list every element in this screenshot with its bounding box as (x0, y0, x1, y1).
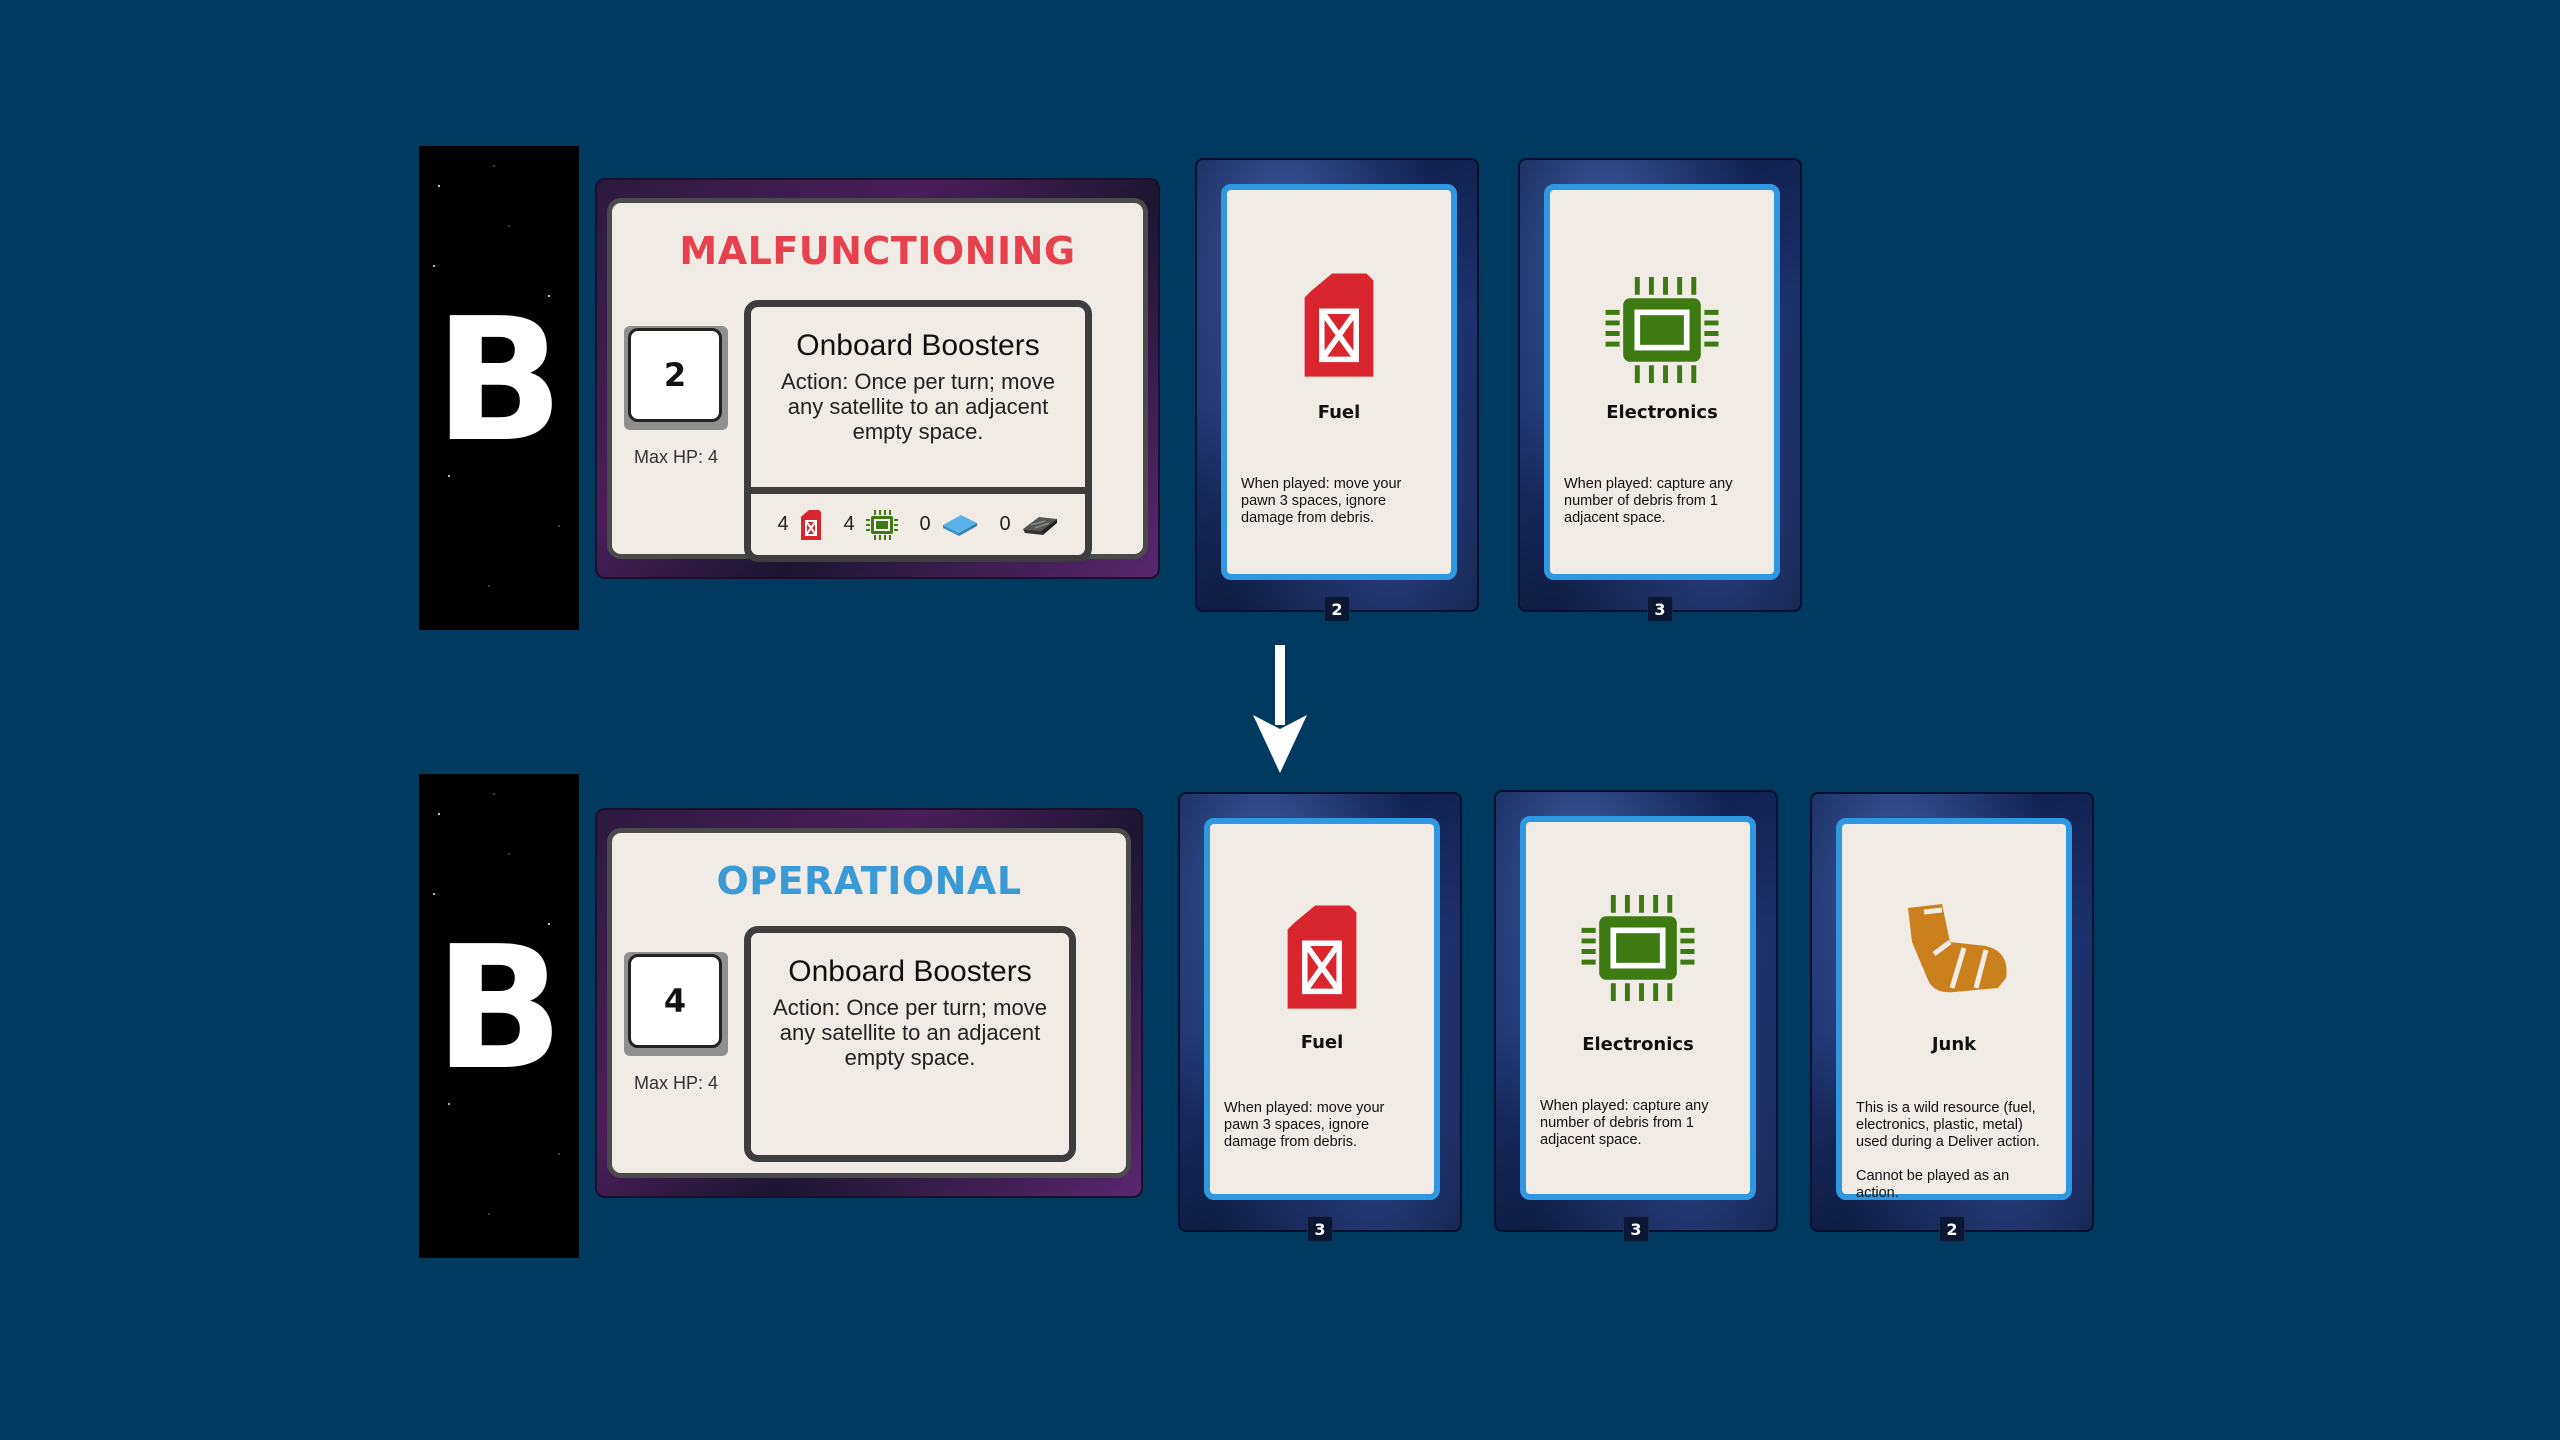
sector-letter: B (434, 910, 564, 1108)
satellite-card-before[interactable]: MALFUNCTIONING 2 Max HP: 4 Onboard Boost… (595, 178, 1160, 579)
card-icon (1210, 902, 1434, 1012)
card-icon (1842, 902, 2066, 1006)
sector-pillar-before: B (419, 146, 579, 630)
satellite-card-face: OPERATIONAL 4 Max HP: 4 Onboard Boosters… (607, 828, 1131, 1178)
resource-requirements: 4 4 0 0 (751, 487, 1085, 555)
card-description: When played: capture any number of debri… (1540, 1098, 1709, 1148)
plastic-count: 0 (919, 513, 931, 535)
card-description: When played: move your pawn 3 spaces, ig… (1241, 476, 1402, 526)
ability-text: Action: Once per turn; move any satellit… (781, 369, 1055, 444)
card-name: Electronics (1606, 402, 1718, 423)
electronics-icon (1581, 895, 1695, 1001)
hp-token: 2 (624, 326, 728, 430)
card-name: Junk (1931, 1034, 1977, 1055)
fuel-icon (800, 509, 821, 540)
hp-token: 4 (624, 952, 728, 1056)
card-icon (1227, 270, 1451, 380)
card-face: Fuel When played: move your pawn 3 space… (1221, 184, 1457, 580)
card-icon (1550, 270, 1774, 390)
resource-card-electronics-before[interactable]: Electronics When played: capture any num… (1518, 158, 1802, 622)
card-count-badge: 2 (1324, 596, 1350, 622)
ability-name: Onboard Boosters (796, 329, 1040, 362)
status-title: MALFUNCTIONING (679, 229, 1076, 273)
card-name: Fuel (1300, 1032, 1344, 1053)
fuel-icon (1304, 273, 1374, 377)
max-hp-label: Max HP: 4 (633, 1073, 719, 1093)
ability-panel: Onboard Boosters Action: Once per turn; … (744, 300, 1092, 562)
card-description: This is a wild resource (fuel, electroni… (1856, 1100, 2040, 1201)
card-face: Fuel When played: move your pawn 3 space… (1204, 818, 1440, 1200)
fuel-icon (1287, 905, 1357, 1009)
fuel-count: 4 (777, 513, 789, 535)
electronics-icon (1605, 277, 1719, 383)
card-name: Electronics (1582, 1034, 1694, 1055)
resource-electronics: 4 (843, 508, 898, 542)
sector-pillar-after: B (419, 774, 579, 1258)
card-count-badge: 2 (1939, 1216, 1965, 1242)
card-face: Electronics When played: capture any num… (1520, 816, 1756, 1200)
resource-plastic: 0 (919, 513, 978, 537)
satellite-card-face: MALFUNCTIONING 2 Max HP: 4 Onboard Boost… (607, 198, 1148, 562)
hp-value: 4 (628, 954, 722, 1048)
resource-fuel: 4 (777, 509, 822, 541)
ability-name: Onboard Boosters (788, 955, 1032, 988)
ability-panel: Onboard Boosters Action: Once per turn; … (744, 926, 1076, 1162)
resource-card-fuel-after[interactable]: Fuel When played: move your pawn 3 space… (1178, 792, 1462, 1242)
sector-letter: B (434, 282, 564, 480)
card-face: Junk This is a wild resource (fuel, elec… (1836, 818, 2072, 1201)
resource-card-junk-after[interactable]: Junk This is a wild resource (fuel, elec… (1810, 792, 2094, 1242)
electronics-count: 4 (843, 513, 855, 535)
hp-value: 2 (628, 328, 722, 422)
metal-count: 0 (999, 513, 1011, 535)
electronics-icon (865, 509, 898, 540)
ability-text: Action: Once per turn; move any satellit… (773, 995, 1047, 1070)
card-icon (1526, 888, 1750, 1008)
resource-card-electronics-after[interactable]: Electronics When played: capture any num… (1494, 790, 1778, 1242)
card-count-badge: 3 (1307, 1216, 1333, 1242)
card-count-badge: 3 (1647, 596, 1673, 622)
card-face: Electronics When played: capture any num… (1544, 184, 1780, 580)
satellite-card-after[interactable]: OPERATIONAL 4 Max HP: 4 Onboard Boosters… (595, 808, 1143, 1198)
card-description: When played: move your pawn 3 spaces, ig… (1224, 1100, 1385, 1150)
resource-card-fuel-before[interactable]: Fuel When played: move your pawn 3 space… (1195, 158, 1479, 622)
resource-metal: 0 (999, 513, 1058, 537)
metal-icon (1022, 516, 1057, 535)
card-description: When played: capture any number of debri… (1564, 476, 1733, 526)
max-hp-label: Max HP: 4 (633, 447, 719, 467)
junk-boot-icon (1908, 904, 2007, 993)
plastic-icon (942, 514, 977, 536)
card-count-badge: 3 (1623, 1216, 1649, 1242)
card-name: Fuel (1317, 402, 1361, 423)
status-title: OPERATIONAL (716, 859, 1022, 903)
down-arrow-icon (1253, 645, 1307, 773)
